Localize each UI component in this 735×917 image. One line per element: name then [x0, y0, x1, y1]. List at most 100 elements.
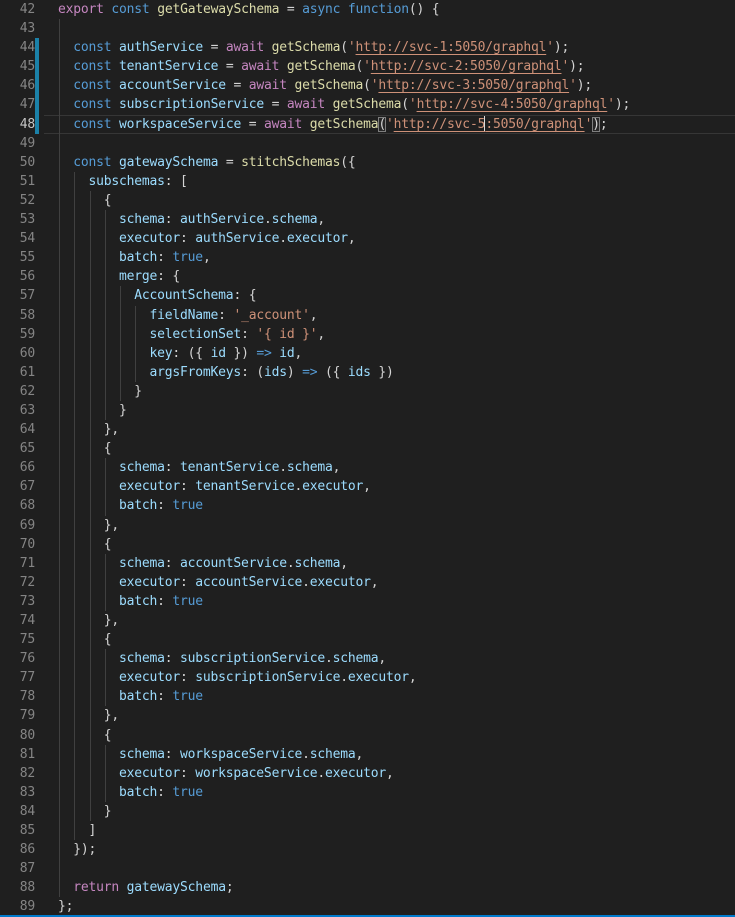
- line-number[interactable]: 78: [0, 687, 48, 706]
- code-line[interactable]: 52 {: [0, 191, 735, 210]
- git-modified-indicator[interactable]: [35, 76, 39, 95]
- line-number[interactable]: 61: [0, 363, 48, 382]
- code-line[interactable]: 54 executor: authService.executor,: [0, 229, 735, 248]
- code-line-content[interactable]: [48, 134, 735, 153]
- code-line-content[interactable]: const accountService = await getSchema('…: [48, 76, 735, 95]
- code-line-content[interactable]: fieldName: '_account',: [48, 306, 735, 325]
- line-number[interactable]: 43: [0, 19, 48, 38]
- code-line-content[interactable]: {: [48, 630, 735, 649]
- code-line[interactable]: 81 schema: workspaceService.schema,: [0, 745, 735, 764]
- line-number[interactable]: 87: [0, 859, 48, 878]
- code-line[interactable]: 88 return gatewaySchema;: [0, 878, 735, 897]
- code-line-content[interactable]: });: [48, 840, 735, 859]
- code-line[interactable]: 79 },: [0, 706, 735, 725]
- code-line-content[interactable]: return gatewaySchema;: [48, 878, 735, 897]
- code-line-content[interactable]: schema: workspaceService.schema,: [48, 745, 735, 764]
- line-number[interactable]: 47: [0, 95, 48, 114]
- code-line-content[interactable]: const gatewaySchema = stitchSchemas({: [48, 153, 735, 172]
- line-number[interactable]: 76: [0, 649, 48, 668]
- line-number[interactable]: 42: [0, 0, 48, 19]
- code-line-content[interactable]: key: ({ id }) => id,: [48, 344, 735, 363]
- code-line[interactable]: 87: [0, 859, 735, 878]
- code-line-content[interactable]: [48, 19, 735, 38]
- line-number[interactable]: 52: [0, 191, 48, 210]
- line-number[interactable]: 57: [0, 286, 48, 305]
- line-number[interactable]: 70: [0, 535, 48, 554]
- code-line[interactable]: 77 executor: subscriptionService.executo…: [0, 668, 735, 687]
- line-number[interactable]: 50: [0, 153, 48, 172]
- line-number[interactable]: 84: [0, 802, 48, 821]
- line-number[interactable]: 81: [0, 745, 48, 764]
- line-number[interactable]: 49: [0, 134, 48, 153]
- code-line[interactable]: 72 executor: accountService.executor,: [0, 573, 735, 592]
- line-number[interactable]: 77: [0, 668, 48, 687]
- git-modified-indicator[interactable]: [35, 115, 39, 134]
- code-line-content[interactable]: executor: tenantService.executor,: [48, 477, 735, 496]
- code-line-content[interactable]: batch: true: [48, 496, 735, 515]
- code-line[interactable]: 69 },: [0, 516, 735, 535]
- line-number[interactable]: 55: [0, 248, 48, 267]
- line-number[interactable]: 66: [0, 458, 48, 477]
- code-line-content[interactable]: {: [48, 191, 735, 210]
- line-number[interactable]: 56: [0, 267, 48, 286]
- code-line-content[interactable]: argsFromKeys: (ids) => ({ ids }): [48, 363, 735, 382]
- code-line-content[interactable]: {: [48, 726, 735, 745]
- code-line-content[interactable]: const tenantService = await getSchema('h…: [48, 57, 735, 76]
- line-number[interactable]: 48: [0, 115, 48, 134]
- code-line-content[interactable]: AccountSchema: {: [48, 286, 735, 305]
- code-line-content[interactable]: ]: [48, 821, 735, 840]
- code-line-content[interactable]: batch: true: [48, 783, 735, 802]
- code-line-content[interactable]: },: [48, 611, 735, 630]
- code-line[interactable]: 80 {: [0, 726, 735, 745]
- line-number[interactable]: 59: [0, 325, 48, 344]
- code-line[interactable]: 65 {: [0, 439, 735, 458]
- code-line-content[interactable]: }: [48, 382, 735, 401]
- code-line[interactable]: 71 schema: accountService.schema,: [0, 554, 735, 573]
- code-line[interactable]: 62 }: [0, 382, 735, 401]
- code-line-content[interactable]: executor: accountService.executor,: [48, 573, 735, 592]
- code-line-content[interactable]: executor: workspaceService.executor,: [48, 764, 735, 783]
- code-line-content[interactable]: batch: true: [48, 592, 735, 611]
- line-number[interactable]: 73: [0, 592, 48, 611]
- code-line-content[interactable]: schema: subscriptionService.schema,: [48, 649, 735, 668]
- code-line-content[interactable]: [48, 859, 735, 878]
- code-line[interactable]: 57 AccountSchema: {: [0, 286, 735, 305]
- code-line-content[interactable]: subschemas: [: [48, 172, 735, 191]
- code-line[interactable]: 43: [0, 19, 735, 38]
- line-number[interactable]: 65: [0, 439, 48, 458]
- line-number[interactable]: 67: [0, 477, 48, 496]
- code-line[interactable]: 78 batch: true: [0, 687, 735, 706]
- line-number[interactable]: 64: [0, 420, 48, 439]
- line-number[interactable]: 68: [0, 496, 48, 515]
- code-line-content[interactable]: const workspaceService = await getSchema…: [48, 115, 735, 134]
- code-line[interactable]: 42export const getGatewaySchema = async …: [0, 0, 735, 19]
- line-number[interactable]: 51: [0, 172, 48, 191]
- code-line-content[interactable]: executor: subscriptionService.executor,: [48, 668, 735, 687]
- line-number[interactable]: 46: [0, 76, 48, 95]
- git-modified-indicator[interactable]: [35, 95, 39, 114]
- line-number[interactable]: 82: [0, 764, 48, 783]
- line-number[interactable]: 88: [0, 878, 48, 897]
- line-number[interactable]: 72: [0, 573, 48, 592]
- code-line-content[interactable]: schema: tenantService.schema,: [48, 458, 735, 477]
- code-line-content[interactable]: const subscriptionService = await getSch…: [48, 95, 735, 114]
- code-line[interactable]: 55 batch: true,: [0, 248, 735, 267]
- code-line[interactable]: 46 const accountService = await getSchem…: [0, 76, 735, 95]
- code-line[interactable]: 73 batch: true: [0, 592, 735, 611]
- code-line[interactable]: 61 argsFromKeys: (ids) => ({ ids }): [0, 363, 735, 382]
- code-line-content[interactable]: export const getGatewaySchema = async fu…: [48, 0, 735, 19]
- line-number[interactable]: 63: [0, 401, 48, 420]
- code-line[interactable]: 47 const subscriptionService = await get…: [0, 95, 735, 114]
- code-line[interactable]: 84 }: [0, 802, 735, 821]
- code-line-content[interactable]: const authService = await getSchema('htt…: [48, 38, 735, 57]
- code-line[interactable]: 45 const tenantService = await getSchema…: [0, 57, 735, 76]
- code-line[interactable]: 59 selectionSet: '{ id }',: [0, 325, 735, 344]
- line-number[interactable]: 80: [0, 726, 48, 745]
- code-line-content[interactable]: selectionSet: '{ id }',: [48, 325, 735, 344]
- code-line[interactable]: 53 schema: authService.schema,: [0, 210, 735, 229]
- code-line-content[interactable]: }: [48, 401, 735, 420]
- code-line-content[interactable]: schema: authService.schema,: [48, 210, 735, 229]
- code-line-content[interactable]: schema: accountService.schema,: [48, 554, 735, 573]
- code-line-content[interactable]: executor: authService.executor,: [48, 229, 735, 248]
- code-line[interactable]: 85 ]: [0, 821, 735, 840]
